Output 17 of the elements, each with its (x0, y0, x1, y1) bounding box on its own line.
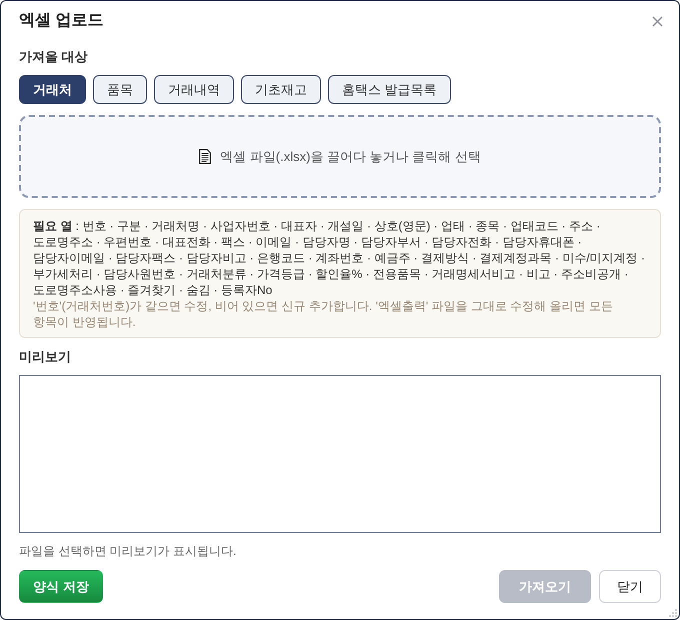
required-columns-text: 필요 열 : 번호 · 구분 · 거래처명 · 사업자번호 · 대표자 · 개설일 · 상호(영문) · 업태 · 종목 · 업태코드 · 주소 · 도로명주소 · 우편번호 · 대표전화 · 팩스 · 이메일 · 담당자명 · 담당자부서 · 담당자전화 · 담당자휴대폰 · 담당자이메일 · 담당자팩스 · 담당자비고 · 은행코드 · 계좌번호 · 예금주 · 결제방식 · 결제계정과목 · 미수/미지계정 · 부가세처리 · 담당사원번호 · 거래처분류 · 가격등급 · 할인율% · 전용품목 · 거래명세서비고 · 비고 · 주소비공개 · 도로명주소사용 · 즐겨찾기 · 숨김 · 등록자No (33, 218, 646, 298)
target-tab[interactable]: 품목 (93, 75, 147, 104)
preview-hint-text: 파일을 선택하면 미리보기가 표시됩니다. (19, 543, 236, 559)
target-tab[interactable]: 기초재고 (241, 75, 321, 104)
file-drop-zone[interactable]: 엑셀 파일(.xlsx)을 끌어다 놓거나 클릭해 선택 (19, 115, 661, 198)
target-tab[interactable]: 거래처 (19, 75, 86, 104)
document-icon (199, 149, 212, 164)
close-button[interactable]: 닫기 (599, 570, 661, 603)
window-title: 엑셀 업로드 (19, 11, 104, 31)
resize-grip-icon[interactable] (669, 609, 677, 617)
close-icon[interactable] (652, 16, 663, 26)
target-tab[interactable]: 거래내역 (154, 75, 234, 104)
drop-zone-text: 엑셀 파일(.xlsx)을 끌어다 놓거나 클릭해 선택 (220, 148, 481, 166)
info-note-text: '번호'(거래처번호)가 같으면 수정, 비어 있으면 신규 추가합니다. '엑셀출력' 파일을 그대로 수정해 올리면 모든 항목이 반영됩니다. (33, 298, 614, 330)
target-tab[interactable]: 홈택스 발급목록 (328, 75, 451, 104)
section-label: 미리보기 (19, 348, 71, 366)
section-label: 가져올 대상 (19, 48, 88, 66)
